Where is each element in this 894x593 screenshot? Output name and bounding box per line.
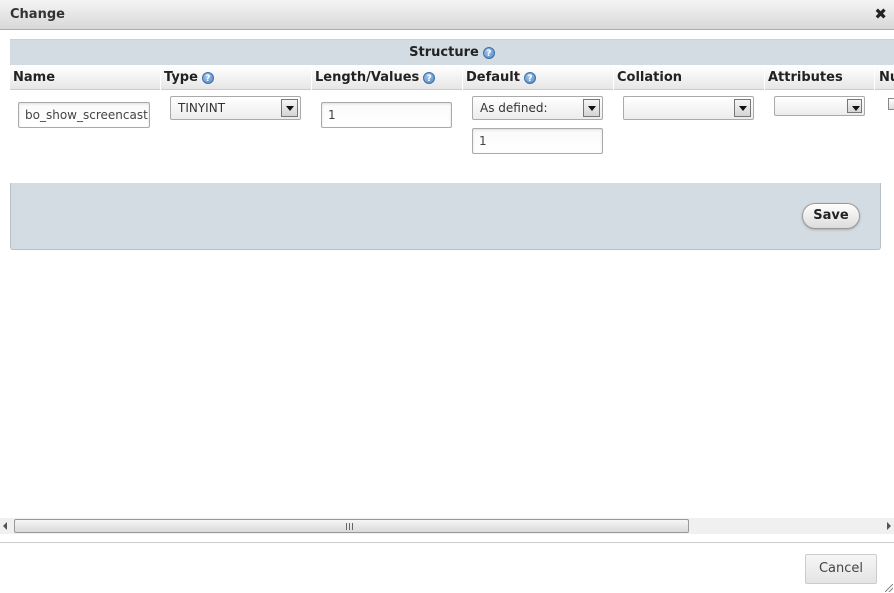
column-headers: Name Type? Length/Values? Default? Colla… (10, 66, 894, 90)
chevron-down-icon[interactable] (281, 99, 298, 117)
field-row: bo_show_screencast TINYINT 1 As defined:… (10, 91, 894, 183)
field-default-select[interactable]: As defined: (472, 96, 603, 120)
form-footer: Save (10, 183, 881, 250)
column-header-null-label: Nu (879, 70, 894, 85)
column-header-type-label: Type (164, 70, 198, 85)
resize-handle-icon[interactable] (885, 584, 893, 592)
field-default-value-input[interactable]: 1 (472, 128, 603, 154)
column-header-name: Name (10, 66, 161, 90)
field-type-select[interactable]: TINYINT (170, 96, 301, 120)
column-header-default: Default? (463, 66, 614, 90)
save-button[interactable]: Save (802, 203, 860, 229)
scroll-left-icon[interactable] (3, 522, 7, 530)
field-attributes-select[interactable] (774, 96, 865, 116)
field-type-value: TINYINT (178, 101, 226, 115)
column-header-name-label: Name (13, 70, 56, 85)
scrollbar-thumb[interactable] (14, 519, 689, 533)
structure-header-label: Structure (409, 45, 479, 60)
column-header-null: Nu (876, 66, 894, 90)
field-collation-select[interactable] (623, 96, 754, 120)
column-header-length: Length/Values? (312, 66, 463, 90)
dialog-content: Structure? Name Type? Length/Values? Def… (0, 31, 894, 518)
help-icon[interactable]: ? (201, 71, 214, 84)
chevron-down-icon[interactable] (583, 99, 600, 117)
column-header-collation-label: Collation (617, 70, 683, 85)
grip-icon (346, 523, 353, 530)
dialog-title: Change (10, 7, 65, 22)
chevron-down-icon[interactable] (734, 99, 751, 117)
help-icon[interactable]: ? (482, 46, 495, 59)
column-header-collation: Collation (614, 66, 765, 90)
field-name-input[interactable]: bo_show_screencast (18, 102, 150, 128)
dialog-titlebar[interactable]: Change ✖ (0, 0, 894, 30)
field-default-option: As defined: (480, 101, 548, 115)
chevron-down-icon[interactable] (847, 99, 862, 113)
column-header-length-label: Length/Values (315, 70, 420, 85)
cancel-button[interactable]: Cancel (805, 554, 877, 584)
column-header-type: Type? (161, 66, 312, 90)
column-header-attributes: Attributes (765, 66, 875, 90)
scroll-right-icon[interactable] (887, 522, 891, 530)
horizontal-scrollbar[interactable] (0, 518, 894, 534)
column-header-attributes-label: Attributes (768, 70, 843, 85)
field-length-input[interactable]: 1 (321, 102, 452, 128)
dialog-button-pane: Cancel (0, 542, 894, 593)
field-null-checkbox[interactable] (888, 98, 894, 110)
help-icon[interactable]: ? (423, 71, 436, 84)
column-header-default-label: Default (466, 70, 520, 85)
close-icon[interactable]: ✖ (874, 5, 887, 23)
structure-header: Structure? (10, 39, 894, 65)
help-icon[interactable]: ? (523, 71, 536, 84)
